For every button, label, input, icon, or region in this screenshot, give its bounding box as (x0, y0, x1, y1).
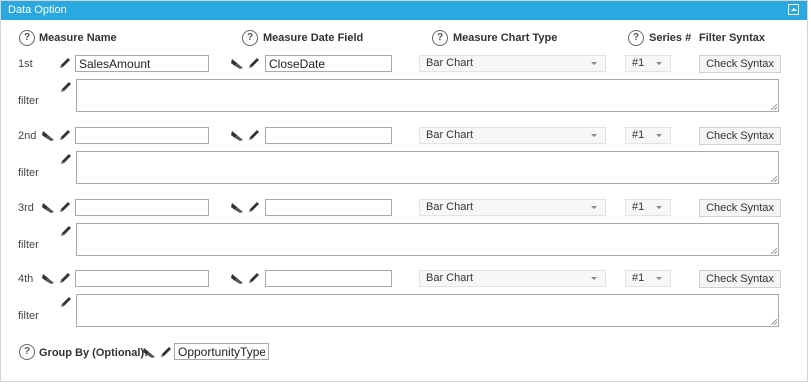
chevron-down-icon (656, 134, 662, 137)
date-field-clear-eraser-icon[interactable] (231, 56, 247, 70)
check-syntax-button[interactable]: Check Syntax (699, 55, 781, 73)
chart-type-value: Bar Chart (426, 57, 474, 69)
chevron-down-icon (591, 206, 597, 209)
date-field-edit-pencil-icon[interactable] (247, 200, 261, 214)
measure-name-clear-eraser-icon[interactable] (42, 200, 58, 214)
series-select[interactable]: #1 (625, 199, 671, 216)
date-field-clear-eraser-icon[interactable] (231, 200, 247, 214)
measure-name-edit-pencil-icon[interactable] (58, 128, 72, 142)
group-by-input[interactable] (174, 343, 269, 360)
series-value: #1 (632, 272, 645, 284)
series-select[interactable]: #1 (625, 270, 671, 287)
date-field-edit-pencil-icon[interactable] (247, 56, 261, 70)
measure-name-help-icon[interactable]: ? (19, 30, 35, 46)
filter-syntax-header: Filter Syntax (699, 32, 766, 44)
series-header: Series # (649, 32, 692, 44)
check-syntax-button[interactable]: Check Syntax (699, 270, 781, 288)
panel-title: Data Option (8, 4, 67, 16)
measure-date-field-input[interactable] (265, 270, 392, 287)
measure-name-clear-eraser-icon[interactable] (42, 271, 58, 285)
data-option-panel: Data Option ? Measure Name ? Measure Dat… (0, 0, 808, 382)
series-select[interactable]: #1 (625, 127, 671, 144)
chevron-down-icon (591, 134, 597, 137)
date-field-edit-pencil-icon[interactable] (247, 271, 261, 285)
measure-date-field-header: Measure Date Field (263, 32, 364, 44)
measure-name-edit-pencil-icon[interactable] (58, 200, 72, 214)
measure-chart-type-header: Measure Chart Type (453, 32, 558, 44)
series-value: #1 (632, 57, 645, 69)
measure-name-edit-pencil-icon[interactable] (58, 56, 72, 70)
measure-date-field-input[interactable] (265, 127, 392, 144)
filter-label: filter (18, 95, 39, 107)
chevron-down-icon (591, 62, 597, 65)
measure-date-field-input[interactable] (265, 55, 392, 72)
filter-textarea[interactable] (76, 79, 779, 112)
measure-name-edit-pencil-icon[interactable] (58, 271, 72, 285)
chart-type-select[interactable]: Bar Chart (419, 55, 606, 72)
series-help-icon[interactable]: ? (628, 30, 644, 46)
filter-textarea[interactable] (76, 223, 779, 256)
chart-type-value: Bar Chart (426, 129, 474, 141)
chevron-down-icon (656, 62, 662, 65)
chevron-down-icon (591, 277, 597, 280)
measure-name-clear-eraser-icon[interactable] (42, 128, 58, 142)
chart-type-select[interactable]: Bar Chart (419, 199, 606, 216)
measure-name-input[interactable] (75, 199, 209, 216)
measure-name-input[interactable] (75, 270, 209, 287)
series-value: #1 (632, 201, 645, 213)
chart-type-select[interactable]: Bar Chart (419, 270, 606, 287)
chevron-down-icon (656, 277, 662, 280)
row-ordinal: 2nd (18, 130, 37, 142)
series-select[interactable]: #1 (625, 55, 671, 72)
row-ordinal: 3rd (18, 202, 34, 214)
filter-textarea[interactable] (76, 294, 779, 327)
group-by-help-icon[interactable]: ? (19, 344, 35, 360)
filter-label: filter (18, 239, 39, 251)
group-by-clear-eraser-icon[interactable] (143, 345, 159, 359)
maximize-icon[interactable] (788, 4, 799, 15)
date-field-edit-pencil-icon[interactable] (247, 128, 261, 142)
check-syntax-button[interactable]: Check Syntax (699, 127, 781, 145)
chart-type-select[interactable]: Bar Chart (419, 127, 606, 144)
row-ordinal: 4th (18, 273, 34, 285)
filter-edit-pencil-icon[interactable] (59, 152, 73, 166)
chart-type-value: Bar Chart (426, 272, 474, 284)
measure-date-field-input[interactable] (265, 199, 392, 216)
group-by-edit-pencil-icon[interactable] (159, 345, 173, 359)
date-field-clear-eraser-icon[interactable] (231, 271, 247, 285)
check-syntax-button[interactable]: Check Syntax (699, 199, 781, 217)
measure-name-input[interactable] (75, 55, 209, 72)
measure-name-input[interactable] (75, 127, 209, 144)
filter-textarea[interactable] (76, 151, 779, 184)
filter-label: filter (18, 310, 39, 322)
chart-type-help-icon[interactable]: ? (432, 30, 448, 46)
measure-date-help-icon[interactable]: ? (242, 30, 258, 46)
panel-header: Data Option (1, 1, 807, 20)
date-field-clear-eraser-icon[interactable] (231, 128, 247, 142)
filter-label: filter (18, 167, 39, 179)
group-by-label: Group By (Optional): (39, 347, 148, 359)
chart-type-value: Bar Chart (426, 201, 474, 213)
filter-edit-pencil-icon[interactable] (59, 295, 73, 309)
measure-name-header: Measure Name (39, 32, 117, 44)
chevron-down-icon (656, 206, 662, 209)
row-ordinal: 1st (18, 58, 33, 70)
series-value: #1 (632, 129, 645, 141)
filter-edit-pencil-icon[interactable] (59, 224, 73, 238)
filter-edit-pencil-icon[interactable] (59, 80, 73, 94)
